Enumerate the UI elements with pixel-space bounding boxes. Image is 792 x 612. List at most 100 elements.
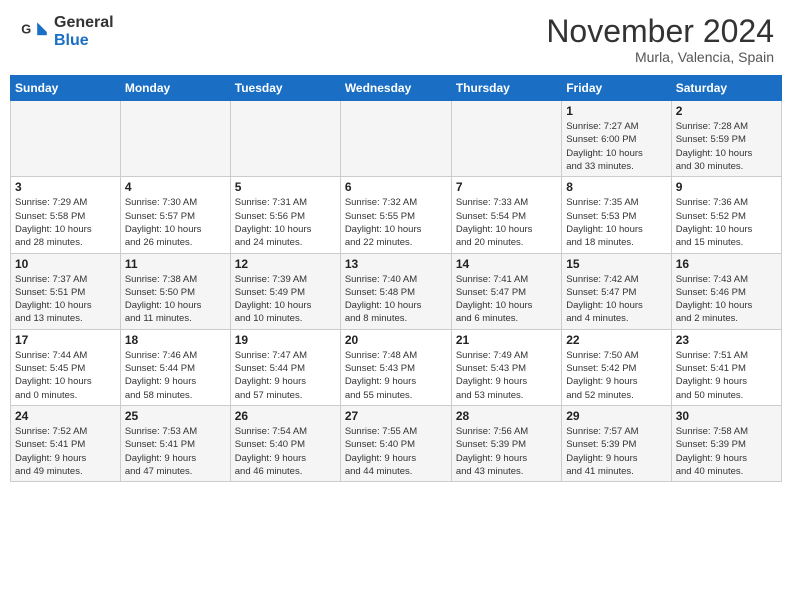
calendar-week-3: 10Sunrise: 7:37 AMSunset: 5:51 PMDayligh…: [11, 253, 782, 329]
logo-blue-text: Blue: [54, 32, 114, 50]
day-info: Sunrise: 7:51 AMSunset: 5:41 PMDaylight:…: [676, 349, 777, 402]
calendar-cell: 24Sunrise: 7:52 AMSunset: 5:41 PMDayligh…: [11, 405, 121, 481]
day-number: 6: [345, 180, 447, 194]
day-info: Sunrise: 7:29 AMSunset: 5:58 PMDaylight:…: [15, 196, 116, 249]
calendar-cell: [120, 101, 230, 177]
logo-text: General Blue: [54, 14, 114, 49]
month-title: November 2024: [546, 14, 774, 49]
calendar-week-5: 24Sunrise: 7:52 AMSunset: 5:41 PMDayligh…: [11, 405, 782, 481]
calendar-cell: 10Sunrise: 7:37 AMSunset: 5:51 PMDayligh…: [11, 253, 121, 329]
calendar-cell: 4 Sunrise: 7:30 AMSunset: 5:57 PMDaylight…: [120, 177, 230, 253]
calendar-cell: 7Sunrise: 7:33 AMSunset: 5:54 PMDaylight…: [451, 177, 561, 253]
page-header: G General Blue November 2024 Murla, Vale…: [10, 10, 782, 69]
day-info: Sunrise: 7:49 AMSunset: 5:43 PMDaylight:…: [456, 349, 557, 402]
day-info: Sunrise: 7:56 AMSunset: 5:39 PMDaylight:…: [456, 425, 557, 478]
day-info: Sunrise: 7:39 AMSunset: 5:49 PMDaylight:…: [235, 273, 336, 326]
day-number: 2: [676, 104, 777, 118]
title-block: November 2024 Murla, Valencia, Spain: [546, 14, 774, 65]
day-info: Sunrise: 7:42 AMSunset: 5:47 PMDaylight:…: [566, 273, 666, 326]
weekday-header-wednesday: Wednesday: [340, 76, 451, 101]
day-info: Sunrise: 7:35 AMSunset: 5:53 PMDaylight:…: [566, 196, 666, 249]
svg-text:G: G: [21, 21, 31, 36]
day-info: Sunrise: 7:32 AMSunset: 5:55 PMDaylight:…: [345, 196, 447, 249]
day-info: Sunrise: 7:40 AMSunset: 5:48 PMDaylight:…: [345, 273, 447, 326]
logo: G General Blue: [18, 14, 114, 49]
weekday-header-friday: Friday: [562, 76, 671, 101]
calendar-cell: 11 Sunrise: 7:38 AMSunset: 5:50 PMDayligh…: [120, 253, 230, 329]
logo-general-text: General: [54, 14, 114, 32]
day-number: 19: [235, 333, 336, 347]
day-info: Sunrise: 7:38 AMSunset: 5:50 PMDaylight:…: [125, 273, 226, 326]
calendar-cell: 13Sunrise: 7:40 AMSunset: 5:48 PMDayligh…: [340, 253, 451, 329]
calendar-cell: 16Sunrise: 7:43 AMSunset: 5:46 PMDayligh…: [671, 253, 781, 329]
day-info: Sunrise: 7:48 AMSunset: 5:43 PMDaylight:…: [345, 349, 447, 402]
location-subtitle: Murla, Valencia, Spain: [546, 49, 774, 65]
day-info: Sunrise: 7:46 AMSunset: 5:44 PMDaylight:…: [125, 349, 226, 402]
calendar-cell: 21 Sunrise: 7:49 AMSunset: 5:43 PMDayligh…: [451, 329, 561, 405]
calendar-cell: 2 Sunrise: 7:28 AMSunset: 5:59 PMDaylight…: [671, 101, 781, 177]
weekday-header-thursday: Thursday: [451, 76, 561, 101]
day-number: 24: [15, 409, 116, 423]
day-number: 23: [676, 333, 777, 347]
calendar-cell: 20 Sunrise: 7:48 AMSunset: 5:43 PMDayligh…: [340, 329, 451, 405]
day-number: 30: [676, 409, 777, 423]
calendar-cell: 30 Sunrise: 7:58 AMSunset: 5:39 PMDayligh…: [671, 405, 781, 481]
calendar-week-2: 3 Sunrise: 7:29 AMSunset: 5:58 PMDaylight…: [11, 177, 782, 253]
day-number: 14: [456, 257, 557, 271]
day-number: 17: [15, 333, 116, 347]
calendar-cell: 8 Sunrise: 7:35 AMSunset: 5:53 PMDaylight…: [562, 177, 671, 253]
calendar-cell: 17Sunrise: 7:44 AMSunset: 5:45 PMDayligh…: [11, 329, 121, 405]
day-number: 10: [15, 257, 116, 271]
day-number: 21: [456, 333, 557, 347]
weekday-header-monday: Monday: [120, 76, 230, 101]
day-number: 5: [235, 180, 336, 194]
day-info: Sunrise: 7:55 AMSunset: 5:40 PMDaylight:…: [345, 425, 447, 478]
weekday-header-sunday: Sunday: [11, 76, 121, 101]
day-info: Sunrise: 7:53 AMSunset: 5:41 PMDaylight:…: [125, 425, 226, 478]
weekday-header-tuesday: Tuesday: [230, 76, 340, 101]
calendar-cell: [340, 101, 451, 177]
day-info: Sunrise: 7:36 AMSunset: 5:52 PMDaylight:…: [676, 196, 777, 249]
day-number: 11: [125, 257, 226, 271]
calendar-cell: 5 Sunrise: 7:31 AMSunset: 5:56 PMDaylight…: [230, 177, 340, 253]
day-info: Sunrise: 7:43 AMSunset: 5:46 PMDaylight:…: [676, 273, 777, 326]
day-number: 12: [235, 257, 336, 271]
day-info: Sunrise: 7:54 AMSunset: 5:40 PMDaylight:…: [235, 425, 336, 478]
calendar-cell: 23 Sunrise: 7:51 AMSunset: 5:41 PMDayligh…: [671, 329, 781, 405]
day-info: Sunrise: 7:58 AMSunset: 5:39 PMDaylight:…: [676, 425, 777, 478]
weekday-header-saturday: Saturday: [671, 76, 781, 101]
calendar-cell: 14 Sunrise: 7:41 AMSunset: 5:47 PMDayligh…: [451, 253, 561, 329]
calendar-cell: [11, 101, 121, 177]
calendar-cell: 1Sunrise: 7:27 AMSunset: 6:00 PMDaylight…: [562, 101, 671, 177]
calendar-week-1: 1Sunrise: 7:27 AMSunset: 6:00 PMDaylight…: [11, 101, 782, 177]
weekday-header-row: SundayMondayTuesdayWednesdayThursdayFrid…: [11, 76, 782, 101]
calendar-cell: 25 Sunrise: 7:53 AMSunset: 5:41 PMDayligh…: [120, 405, 230, 481]
calendar-cell: 6 Sunrise: 7:32 AMSunset: 5:55 PMDaylight…: [340, 177, 451, 253]
day-number: 1: [566, 104, 666, 118]
day-info: Sunrise: 7:28 AMSunset: 5:59 PMDaylight:…: [676, 120, 777, 173]
calendar-cell: [451, 101, 561, 177]
logo-icon: G: [18, 16, 50, 48]
calendar-cell: 15 Sunrise: 7:42 AMSunset: 5:47 PMDayligh…: [562, 253, 671, 329]
day-number: 29: [566, 409, 666, 423]
calendar-cell: 18 Sunrise: 7:46 AMSunset: 5:44 PMDayligh…: [120, 329, 230, 405]
day-number: 15: [566, 257, 666, 271]
calendar-cell: 26Sunrise: 7:54 AMSunset: 5:40 PMDayligh…: [230, 405, 340, 481]
day-info: Sunrise: 7:47 AMSunset: 5:44 PMDaylight:…: [235, 349, 336, 402]
day-number: 20: [345, 333, 447, 347]
day-info: Sunrise: 7:33 AMSunset: 5:54 PMDaylight:…: [456, 196, 557, 249]
day-number: 3: [15, 180, 116, 194]
day-number: 18: [125, 333, 226, 347]
day-number: 8: [566, 180, 666, 194]
calendar-cell: 29Sunrise: 7:57 AMSunset: 5:39 PMDayligh…: [562, 405, 671, 481]
day-number: 27: [345, 409, 447, 423]
day-number: 25: [125, 409, 226, 423]
calendar-cell: 3 Sunrise: 7:29 AMSunset: 5:58 PMDaylight…: [11, 177, 121, 253]
calendar-table: SundayMondayTuesdayWednesdayThursdayFrid…: [10, 75, 782, 482]
day-number: 9: [676, 180, 777, 194]
day-info: Sunrise: 7:41 AMSunset: 5:47 PMDaylight:…: [456, 273, 557, 326]
calendar-cell: [230, 101, 340, 177]
day-number: 4: [125, 180, 226, 194]
day-info: Sunrise: 7:31 AMSunset: 5:56 PMDaylight:…: [235, 196, 336, 249]
day-info: Sunrise: 7:30 AMSunset: 5:57 PMDaylight:…: [125, 196, 226, 249]
